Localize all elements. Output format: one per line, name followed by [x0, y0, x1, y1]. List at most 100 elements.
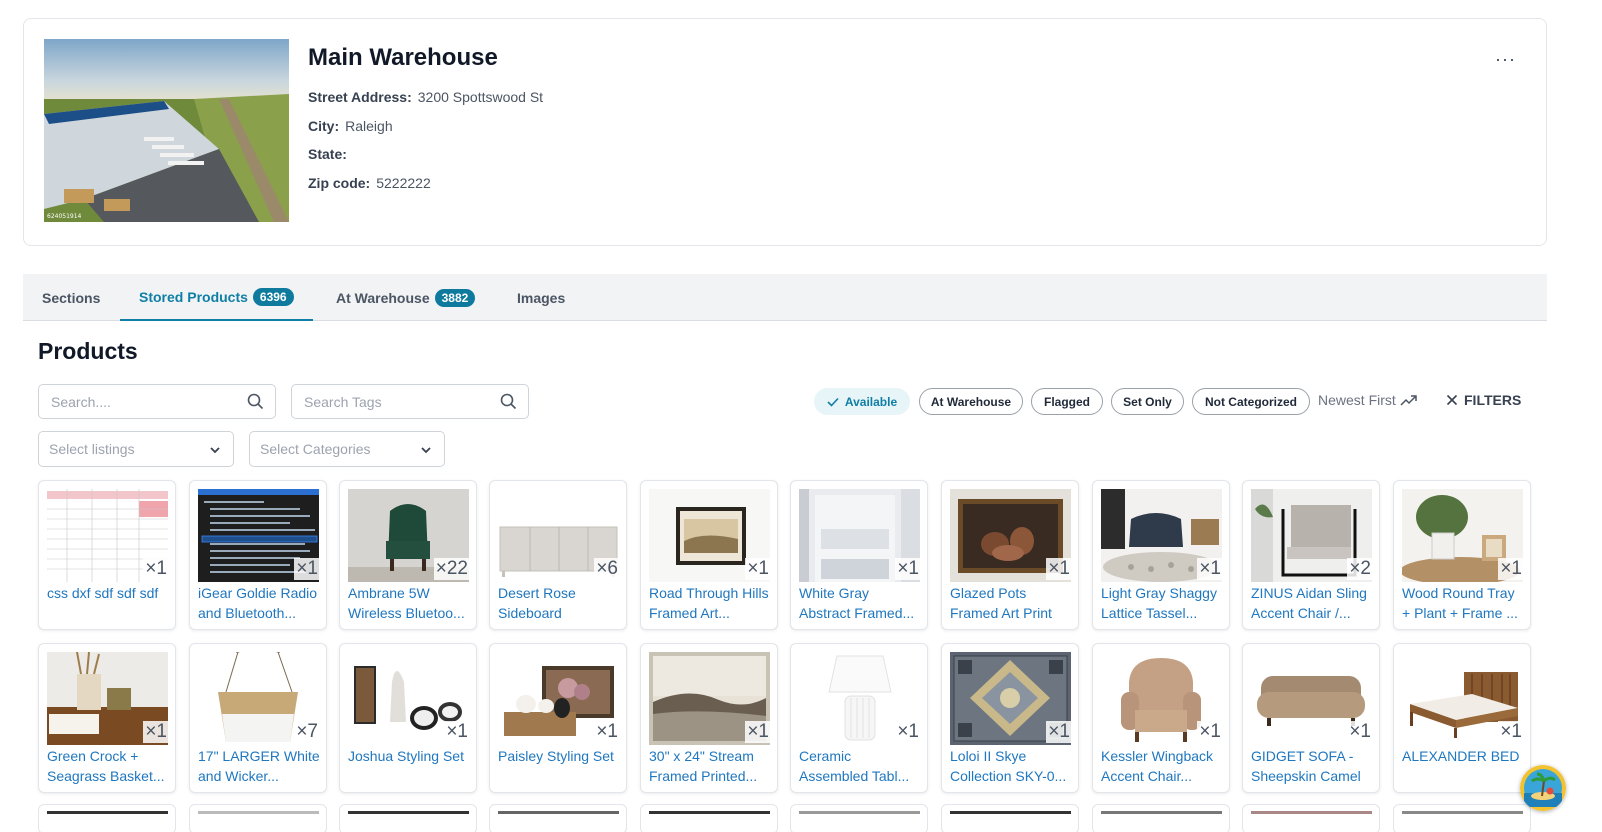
field-label: Street Address: — [308, 89, 412, 105]
product-card[interactable]: ×1 ALEXANDER BED — [1393, 643, 1531, 793]
product-card[interactable]: ×1 css dxf sdf sdf sdf — [38, 480, 176, 630]
product-name-link[interactable]: Paisley Styling Set — [498, 747, 622, 767]
tab-at-warehouse[interactable]: At Warehouse 3882 — [317, 274, 494, 321]
product-card[interactable] — [1393, 804, 1531, 832]
select-placeholder: Select listings — [49, 441, 135, 457]
chevron-down-icon — [421, 447, 431, 454]
tab-label: Sections — [42, 289, 101, 306]
quantity-badge: ×1 — [444, 721, 470, 743]
chip-at-warehouse[interactable]: At Warehouse — [919, 388, 1023, 415]
product-card[interactable] — [640, 804, 778, 832]
product-card[interactable]: ×1 Glazed Pots Framed Art Print — [941, 480, 1079, 630]
city-field: City: Raleigh — [308, 117, 543, 146]
product-name-link[interactable]: Wood Round Tray + Plant + Frame ... — [1402, 584, 1526, 623]
product-card[interactable] — [1092, 804, 1230, 832]
close-icon — [1446, 394, 1458, 406]
search-icon[interactable] — [500, 393, 517, 410]
quantity-badge: ×1 — [143, 558, 169, 580]
product-card[interactable] — [489, 804, 627, 832]
quantity-badge: ×1 — [745, 721, 771, 743]
tab-images[interactable]: Images — [498, 274, 584, 321]
more-options-button[interactable]: ··· — [1495, 49, 1516, 69]
search-icon[interactable] — [247, 393, 264, 410]
product-card[interactable]: ×1 Kessler Wingback Accent Chair... — [1092, 643, 1230, 793]
filters-button[interactable]: FILTERS — [1446, 392, 1521, 408]
field-value: Raleigh — [345, 117, 393, 134]
product-card[interactable]: ×7 17" LARGER White and Wicker... — [189, 643, 327, 793]
product-name-link[interactable]: Kessler Wingback Accent Chair... — [1101, 747, 1225, 786]
product-thumbnail — [47, 811, 168, 814]
product-name-link[interactable]: css dxf sdf sdf sdf — [47, 584, 171, 604]
product-name-link[interactable]: Loloi II Skye Collection SKY-0... — [950, 747, 1074, 786]
trending-up-icon — [1400, 395, 1417, 406]
search-tags-input[interactable] — [304, 385, 494, 418]
sort-button[interactable]: Newest First — [1318, 392, 1418, 408]
search-input[interactable] — [51, 385, 241, 418]
quantity-badge: ×1 — [895, 721, 921, 743]
product-card[interactable]: ×1 30" x 24" Stream Framed Printed... — [640, 643, 778, 793]
product-card[interactable]: ×2 ZINUS Aidan Sling Accent Chair /... — [1242, 480, 1380, 630]
product-card[interactable] — [38, 804, 176, 832]
product-card[interactable]: ×1 Light Gray Shaggy Lattice Tassel... — [1092, 480, 1230, 630]
chip-not-categorized[interactable]: Not Categorized — [1192, 388, 1310, 415]
select-categories-dropdown[interactable]: Select Categories — [249, 431, 445, 467]
product-name-link[interactable]: ZINUS Aidan Sling Accent Chair /... — [1251, 584, 1375, 623]
product-name-link[interactable]: 30" x 24" Stream Framed Printed... — [649, 747, 773, 786]
chip-flagged[interactable]: Flagged — [1031, 388, 1103, 415]
tab-label: Images — [517, 289, 566, 306]
product-card[interactable]: ×1 Loloi II Skye Collection SKY-0... — [941, 643, 1079, 793]
product-card[interactable]: ×1 Ceramic Assembled Tabl... — [790, 643, 928, 793]
product-card[interactable]: ×1 Green Crock + Seagrass Basket... — [38, 643, 176, 793]
product-name-link[interactable]: Desert Rose Sideboard — [498, 584, 622, 623]
product-card[interactable]: ×1 GIDGET SOFA - Sheepskin Camel — [1242, 643, 1380, 793]
quantity-badge: ×1 — [594, 721, 620, 743]
product-card[interactable] — [1242, 804, 1380, 832]
filters-label: FILTERS — [1464, 392, 1522, 408]
product-card[interactable]: ×1 iGear Goldie Radio and Bluetooth... — [189, 480, 327, 630]
chip-set-only[interactable]: Set Only — [1111, 388, 1184, 415]
chip-label: At Warehouse — [930, 394, 1012, 409]
product-name-link[interactable]: Road Through Hills Framed Art... — [649, 584, 773, 623]
warehouse-photo: 624051914 — [44, 39, 289, 222]
quantity-badge: ×22 — [433, 558, 470, 580]
product-name-link[interactable]: GIDGET SOFA - Sheepskin Camel — [1251, 747, 1375, 786]
tab-sections[interactable]: Sections — [23, 274, 119, 321]
product-card[interactable]: ×22 Ambrane 5W Wireless Bluetoo... — [339, 480, 477, 630]
product-card[interactable]: ×1 Paisley Styling Set — [489, 643, 627, 793]
chip-available[interactable]: Available — [814, 388, 910, 415]
product-card[interactable]: ×1 White Gray Abstract Framed... — [790, 480, 928, 630]
product-name-link[interactable]: iGear Goldie Radio and Bluetooth... — [198, 584, 322, 623]
check-icon — [827, 397, 839, 407]
tab-stored-products[interactable]: Stored Products 6396 — [120, 274, 313, 321]
product-name-link[interactable]: Ceramic Assembled Tabl... — [799, 747, 923, 786]
product-name-link[interactable]: Green Crock + Seagrass Basket... — [47, 747, 171, 786]
quantity-badge: ×7 — [294, 721, 320, 743]
product-name-link[interactable]: Ambrane 5W Wireless Bluetoo... — [348, 584, 472, 623]
quantity-badge: ×1 — [1197, 558, 1223, 580]
warehouse-card: 624051914 Main Warehouse Street Address:… — [23, 18, 1547, 246]
product-name-link[interactable]: ALEXANDER BED — [1402, 747, 1526, 767]
more-horizontal-icon: ··· — [1495, 49, 1516, 69]
search-tags-field — [291, 384, 529, 419]
product-card[interactable]: ×1 Road Through Hills Framed Art... — [640, 480, 778, 630]
product-card[interactable]: ×1 Joshua Styling Set — [339, 643, 477, 793]
sort-label: Newest First — [1318, 392, 1396, 408]
select-listings-dropdown[interactable]: Select listings — [38, 431, 234, 467]
product-card[interactable] — [941, 804, 1079, 832]
product-card[interactable] — [189, 804, 327, 832]
product-card[interactable] — [790, 804, 928, 832]
product-name-link[interactable]: White Gray Abstract Framed... — [799, 584, 923, 623]
product-name-link[interactable]: Light Gray Shaggy Lattice Tassel... — [1101, 584, 1225, 623]
zip-code-field: Zip code: 5222222 — [308, 174, 543, 203]
product-card[interactable] — [339, 804, 477, 832]
product-card[interactable]: ×1 Wood Round Tray + Plant + Frame ... — [1393, 480, 1531, 630]
product-name-link[interactable]: Joshua Styling Set — [348, 747, 472, 767]
product-name-link[interactable]: 17" LARGER White and Wicker... — [198, 747, 322, 786]
chevron-down-icon — [210, 447, 220, 454]
chip-label: Available — [844, 394, 898, 409]
product-thumbnail — [950, 811, 1071, 814]
product-card[interactable]: ×6 Desert Rose Sideboard — [489, 480, 627, 630]
quantity-badge: ×6 — [594, 558, 620, 580]
product-name-link[interactable]: Glazed Pots Framed Art Print — [950, 584, 1074, 623]
assistant-fab-button[interactable] — [1520, 765, 1566, 811]
